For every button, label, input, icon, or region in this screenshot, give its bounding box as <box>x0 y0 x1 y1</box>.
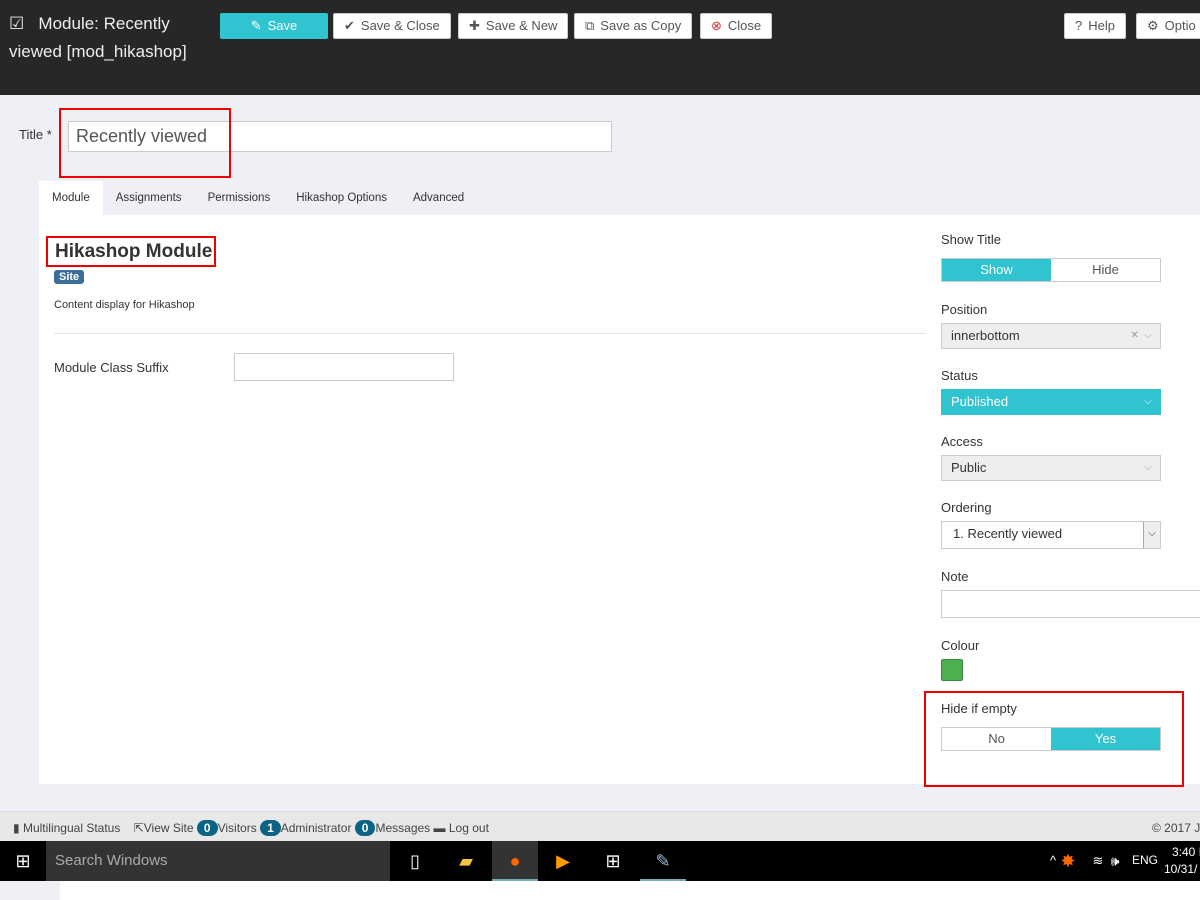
messages-link[interactable]: Messages <box>375 821 430 835</box>
help-button[interactable]: ? Help <box>1064 13 1126 39</box>
module-panel <box>39 215 1200 784</box>
firefox-icon[interactable]: ● <box>492 841 538 881</box>
title-text: Module: Recently viewed [mod_hikashop] <box>9 14 187 61</box>
save-copy-button[interactable]: ⧉ Save as Copy <box>574 13 693 39</box>
clock[interactable]: 3:40 P 10/31/ <box>1164 844 1200 878</box>
chevron-down-icon: ⌵ <box>1143 522 1160 548</box>
no-option[interactable]: No <box>942 728 1051 750</box>
tab-assignments[interactable]: Assignments <box>103 181 195 215</box>
date: 10/31/ <box>1164 862 1198 876</box>
module-description: Content display for Hikashop <box>54 299 195 311</box>
copy-icon: ⧉ <box>585 18 595 33</box>
save-close-label: Save & Close <box>360 18 440 33</box>
class-suffix-input[interactable] <box>234 353 454 381</box>
search-windows-box[interactable]: Search Windows <box>46 841 390 881</box>
title-input[interactable] <box>68 121 612 152</box>
visitors-link[interactable]: Visitors <box>218 821 257 835</box>
administrator-link[interactable]: Administrator <box>281 821 352 835</box>
ordering-value: 1. Recently viewed <box>953 526 1063 541</box>
ordering-label: Ordering <box>941 500 992 515</box>
taskbar: ⊞ Search Windows ▯ ▰ ● ▶ ⊞ ✎ ^ ✸ ≋ 🕪 ENG… <box>0 841 1200 881</box>
class-suffix-label: Module Class Suffix <box>54 360 169 375</box>
tab-module[interactable]: Module <box>39 181 103 215</box>
hide-option[interactable]: Hide <box>1051 259 1160 281</box>
ordering-select[interactable]: 1. Recently viewed ⌵ <box>941 521 1161 549</box>
note-input[interactable] <box>941 590 1200 618</box>
help-icon: ? <box>1075 18 1083 33</box>
tab-permissions[interactable]: Permissions <box>195 181 284 215</box>
site-badge: Site <box>54 270 85 284</box>
hide-if-empty-label: Hide if empty <box>941 701 1017 716</box>
access-select[interactable]: Public ⌵ <box>941 455 1161 481</box>
module-icon: ☑ <box>9 14 25 33</box>
admin-badge: 1 <box>260 820 281 836</box>
app-icon[interactable]: ✎ <box>640 841 686 881</box>
visitors-badge: 0 <box>196 820 218 836</box>
help-label: Help <box>1088 18 1115 33</box>
status-value: Published <box>951 394 1009 409</box>
module-heading: Hikashop Module <box>55 241 213 262</box>
tab-bar: Module Assignments Permissions Hikashop … <box>39 181 477 215</box>
logout-link[interactable]: Log out <box>449 821 489 835</box>
access-value: Public <box>951 460 987 475</box>
clear-chevron-icon: ✕ ⌵ <box>1130 330 1152 341</box>
options-button[interactable]: ⚙ Optio <box>1136 13 1200 39</box>
options-label: Optio <box>1164 18 1196 33</box>
media-player-icon[interactable]: ▶ <box>540 841 586 881</box>
chevron-down-icon: ⌵ <box>1144 396 1152 407</box>
yes-option[interactable]: Yes <box>1051 728 1160 750</box>
save-label: Save <box>267 18 298 33</box>
colour-swatch[interactable] <box>941 659 963 681</box>
store-icon[interactable]: ⊞ <box>590 841 636 881</box>
minus-icon: ▬ <box>433 821 446 835</box>
position-select[interactable]: innerbottom ✕ ⌵ <box>941 323 1161 349</box>
close-button[interactable]: ⊗ Close <box>700 13 773 39</box>
save-copy-label: Save as Copy <box>600 18 682 33</box>
close-icon: ⊗ <box>711 18 722 33</box>
colour-label: Colour <box>941 638 980 653</box>
title-label: Title * <box>19 127 52 142</box>
file-explorer-icon[interactable]: ▰ <box>443 841 489 881</box>
divider <box>54 333 926 334</box>
save-new-label: Save & New <box>485 18 558 33</box>
note-label: Note <box>941 569 969 584</box>
show-title-toggle: Show Hide <box>941 258 1161 282</box>
close-label: Close <box>727 18 762 33</box>
time: 3:40 P <box>1172 845 1200 859</box>
messages-badge: 0 <box>354 820 376 836</box>
gear-icon: ⚙ <box>1147 18 1159 33</box>
copyright: © 2017 J <box>1152 821 1200 835</box>
status-bar: ▮ Multilingual Status ⇱View Site 0 Visito… <box>0 811 1200 841</box>
save-button[interactable]: ✎ Save <box>220 13 328 39</box>
save-new-button[interactable]: ✚ Save & New <box>458 13 569 39</box>
view-site-link[interactable]: View Site <box>144 821 194 835</box>
windows-start-icon[interactable]: ⊞ <box>0 841 46 881</box>
access-label: Access <box>941 434 983 449</box>
multilingual-status-link[interactable]: Multilingual Status <box>23 821 120 835</box>
tab-advanced[interactable]: Advanced <box>400 181 477 215</box>
show-title-label: Show Title <box>941 232 1001 247</box>
window-below <box>60 881 1200 900</box>
show-option[interactable]: Show <box>942 259 1051 281</box>
plus-icon: ✚ <box>469 18 480 33</box>
page-title: ☑ Module: Recently viewed [mod_hikashop] <box>9 10 209 66</box>
status-select[interactable]: Published ⌵ <box>941 389 1161 415</box>
status-label: Status <box>941 368 978 383</box>
chevron-down-icon: ⌵ <box>1144 462 1152 473</box>
header-bar: ☑ Module: Recently viewed [mod_hikashop]… <box>0 0 1200 95</box>
save-close-button[interactable]: ✔ Save & Close <box>333 13 451 39</box>
position-label: Position <box>941 302 988 317</box>
task-view-icon[interactable]: ▯ <box>392 841 438 881</box>
position-value: innerbottom <box>951 328 1020 343</box>
tab-hikashop-options[interactable]: Hikashop Options <box>283 181 400 215</box>
external-link-icon: ⇱ <box>133 821 144 835</box>
hide-if-empty-toggle: No Yes <box>941 727 1161 751</box>
comment-icon: ▮ <box>13 821 20 835</box>
language-indicator[interactable]: ENG <box>1132 853 1158 867</box>
check-icon: ✔ <box>344 18 355 33</box>
edit-icon: ✎ <box>250 18 262 33</box>
